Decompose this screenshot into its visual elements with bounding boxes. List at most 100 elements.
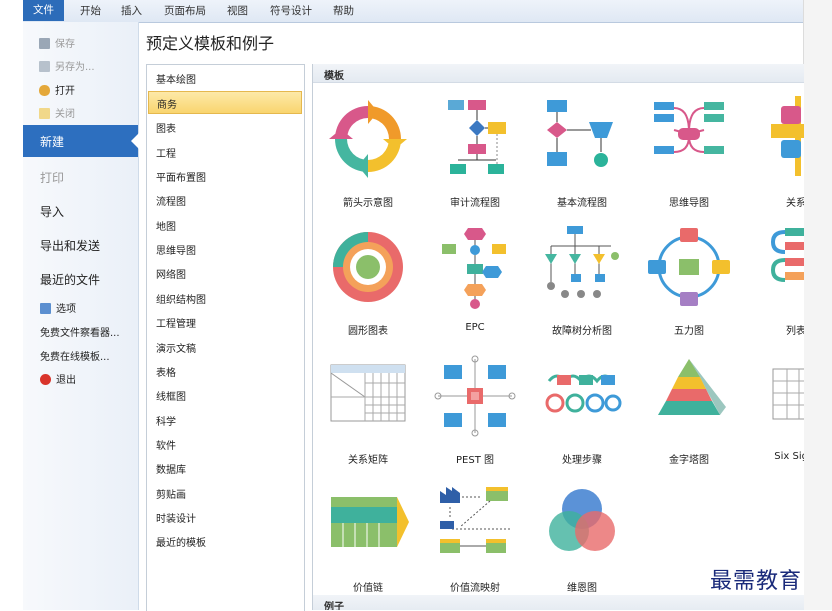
save-as-icon <box>39 61 50 72</box>
template-venn[interactable]: 维恩图 <box>527 479 637 599</box>
page-title: 预定义模板和例子 <box>146 34 275 53</box>
menu-save-as[interactable]: 另存为... <box>39 58 95 73</box>
template-label: 列表 <box>786 326 804 337</box>
value-stream-icon <box>430 479 520 569</box>
category-item[interactable]: 工程管理 <box>156 315 196 330</box>
template-label: 故障树分析图 <box>552 326 612 337</box>
category-item[interactable]: 工程 <box>156 145 176 160</box>
template-six-sigma[interactable]: Six Sigm <box>741 351 804 471</box>
template-fault-tree[interactable]: 故障树分析图 <box>527 222 637 342</box>
template-label: 审计流程图 <box>450 198 500 209</box>
template-label: 箭头示意图 <box>343 198 393 209</box>
category-item[interactable]: 网络图 <box>156 266 186 281</box>
template-label: 金字塔图 <box>669 455 709 466</box>
category-item[interactable]: 图表 <box>156 120 176 135</box>
window-left-margin <box>0 0 23 610</box>
process-steps-icon <box>537 351 627 441</box>
menu-save[interactable]: 保存 <box>39 35 75 50</box>
ribbon-tab-bar: 文件 开始 插入 页面布局 视图 符号设计 帮助 <box>23 0 803 23</box>
menu-close-label: 关闭 <box>55 109 75 120</box>
five-forces-icon <box>644 222 734 312</box>
selection-pointer-icon <box>131 133 139 149</box>
template-five-forces[interactable]: 五力图 <box>634 222 744 342</box>
menu-exit[interactable]: 退出 <box>40 371 76 386</box>
category-item[interactable]: 剪贴画 <box>156 486 186 501</box>
window-scroll-gutter <box>803 0 832 610</box>
six-sigma-icon <box>751 351 804 441</box>
category-item[interactable]: 思维导图 <box>156 242 196 257</box>
category-item[interactable]: 地图 <box>156 218 176 233</box>
category-item[interactable]: 基本绘图 <box>156 71 196 86</box>
close-file-icon <box>39 108 50 119</box>
tab-file[interactable]: 文件 <box>23 0 64 21</box>
menu-import[interactable]: 导入 <box>40 203 64 220</box>
tab-insert[interactable]: 插入 <box>116 3 147 20</box>
template-list[interactable]: 列表 <box>741 222 804 342</box>
category-item[interactable]: 数据库 <box>156 461 186 476</box>
tab-home[interactable]: 开始 <box>75 3 106 20</box>
circle-chart-icon <box>323 222 413 312</box>
menu-save-as-label: 另存为... <box>55 62 95 73</box>
category-item[interactable]: 演示文稿 <box>156 340 196 355</box>
menu-recent-files[interactable]: 最近的文件 <box>40 271 100 288</box>
templates-section-title: 模板 <box>324 71 344 82</box>
category-item-selected[interactable]: 商务 <box>148 91 302 114</box>
category-item[interactable]: 最近的模板 <box>156 534 206 549</box>
menu-print[interactable]: 打印 <box>40 169 64 186</box>
template-label: 基本流程图 <box>557 198 607 209</box>
menu-free-online-templates[interactable]: 免费在线模板... <box>40 348 110 363</box>
menu-open[interactable]: 打开 <box>39 82 75 97</box>
menu-free-viewer[interactable]: 免费文件察看器... <box>40 324 120 339</box>
template-basic-flowchart[interactable]: 基本流程图 <box>527 94 637 214</box>
template-value-stream[interactable]: 价值流映射 <box>420 479 530 599</box>
template-label: 关系 <box>786 198 804 209</box>
template-pest[interactable]: PEST 图 <box>420 351 530 471</box>
menu-close[interactable]: 关闭 <box>39 105 75 120</box>
template-value-chain[interactable]: 价值链 <box>313 479 423 599</box>
category-item[interactable]: 平面布置图 <box>156 169 206 184</box>
category-item[interactable]: 流程图 <box>156 193 186 208</box>
category-item[interactable]: 科学 <box>156 413 176 428</box>
template-mind-map[interactable]: 思维导图 <box>634 94 744 214</box>
menu-options-label: 选项 <box>56 304 76 315</box>
save-icon <box>39 38 50 49</box>
menu-export-send[interactable]: 导出和发送 <box>40 237 100 254</box>
category-item[interactable]: 时装设计 <box>156 510 196 525</box>
template-process-steps[interactable]: 处理步骤 <box>527 351 637 471</box>
menu-options[interactable]: 选项 <box>40 300 76 315</box>
menu-new[interactable]: 新建 <box>23 125 139 157</box>
template-epc[interactable]: EPC <box>420 222 530 342</box>
template-arrow-diagram[interactable]: 箭头示意图 <box>313 94 423 214</box>
backstage-menu: 保存 另存为... 打开 关闭 新建 打印 导入 导出和发送 最近的文件 选项 … <box>23 22 139 610</box>
menu-new-label: 新建 <box>40 135 65 149</box>
menu-exit-label: 退出 <box>56 375 76 386</box>
template-label: Six Sigm <box>774 451 804 462</box>
template-relationship[interactable]: 关系 <box>741 94 804 214</box>
category-item[interactable]: 软件 <box>156 437 176 452</box>
tab-symbol-design[interactable]: 符号设计 <box>265 3 317 20</box>
category-item-label: 商务 <box>157 100 177 111</box>
fault-tree-icon <box>537 222 627 312</box>
tab-help[interactable]: 帮助 <box>328 3 359 20</box>
tab-page-layout[interactable]: 页面布局 <box>159 3 211 20</box>
template-gallery: 模板 箭头示意图 审计流程图 基本流程图 思维导图 关系 圆形图表 EPC 故障… <box>312 64 804 610</box>
category-list: 基本绘图 商务 图表 工程 平面布置图 流程图 地图 思维导图 网络图 组织结构… <box>146 64 305 611</box>
template-label: 处理步骤 <box>562 455 602 466</box>
tab-view[interactable]: 视图 <box>222 3 253 20</box>
relationship-icon <box>751 94 804 184</box>
template-pyramid[interactable]: 金字塔图 <box>634 351 744 471</box>
template-label: PEST 图 <box>456 455 494 466</box>
template-circle-chart[interactable]: 圆形图表 <box>313 222 423 342</box>
mind-map-icon <box>644 94 734 184</box>
category-item[interactable]: 组织结构图 <box>156 291 206 306</box>
template-relationship-matrix[interactable]: 关系矩阵 <box>313 351 423 471</box>
template-label: 圆形图表 <box>348 326 388 337</box>
template-audit-flowchart[interactable]: 审计流程图 <box>420 94 530 214</box>
watermark-text: 最需教育 <box>710 569 803 594</box>
category-item[interactable]: 线框图 <box>156 388 186 403</box>
template-label: 思维导图 <box>669 198 709 209</box>
audit-flowchart-icon <box>430 94 520 184</box>
template-label: 关系矩阵 <box>348 455 388 466</box>
arrow-cycle-icon <box>323 94 413 184</box>
category-item[interactable]: 表格 <box>156 364 176 379</box>
